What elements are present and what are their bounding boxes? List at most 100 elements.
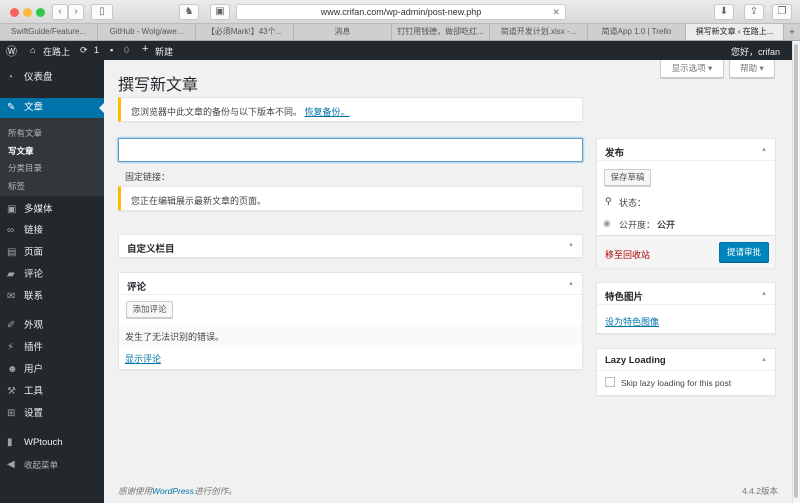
site-name-link[interactable]: 在路上 (43, 45, 70, 58)
backup-notice: 您浏览器中此文章的备份与以下版本不同。 恢复备份。 (118, 97, 583, 122)
close-window-button[interactable] (10, 8, 19, 17)
sidebar-item-dashboard[interactable]: ◔ 仪表盘 (0, 68, 104, 88)
footer-version: 4.4.2版本 (742, 486, 778, 496)
help-button[interactable]: 帮助 ▾ (729, 60, 775, 78)
user-icon: ☻ (7, 364, 18, 375)
skip-lazy-label[interactable]: Skip lazy loading for this post (621, 378, 731, 388)
updates-count[interactable]: 1 (94, 45, 99, 55)
browser-tab-active[interactable]: 撰写新文章 ‹ 在路上... (686, 24, 784, 40)
clear-url-icon[interactable]: ✕ (552, 5, 560, 19)
forward-button[interactable]: › (68, 4, 84, 20)
add-comment-button[interactable]: 添加评论 (126, 301, 173, 318)
wordpress-link[interactable]: WordPress (152, 486, 194, 496)
browser-toolbar: ‹ › ▯ ♞ ▣ www.crifan.com/wp-admin/post-n… (0, 0, 800, 24)
new-tab-button[interactable]: + (784, 24, 800, 40)
new-content-link[interactable]: 新建 (155, 45, 173, 58)
submenu-tags[interactable]: 标签 (8, 180, 25, 192)
sidebar-item-contact[interactable]: ✉ 联系 (0, 287, 104, 307)
comments-box: 评论 ▲ 添加评论 发生了无法识别的错误。 显示评论 (118, 272, 583, 370)
wordpress-logo-icon[interactable]: Ⓦ (6, 43, 17, 59)
visibility-label: 公开度： (619, 220, 656, 230)
toggle-arrow-icon[interactable]: ▲ (761, 291, 767, 297)
pin-icon: ✎ (7, 102, 16, 113)
comment-bubble-icon[interactable]: ▪ (110, 45, 113, 55)
toggle-arrow-icon[interactable]: ▲ (761, 147, 767, 153)
sidebar-item-appearance[interactable]: ✐ 外观 (0, 316, 104, 336)
sidebar-item-users[interactable]: ☻ 用户 (0, 360, 104, 380)
visibility-value[interactable]: 公开 (657, 218, 675, 231)
home-icon: ⌂ (30, 45, 36, 55)
set-featured-image-link[interactable]: 设为特色图像 (605, 315, 659, 328)
updates-icon[interactable]: ⟳ (80, 45, 88, 56)
extension-icon[interactable]: ♞ (179, 4, 199, 20)
share-icon[interactable]: ⇪ (744, 4, 764, 20)
scrollbar-thumb[interactable] (794, 44, 798, 498)
browser-tab[interactable]: 简道开发计划.xlsx -... (490, 24, 588, 40)
collapse-menu-button[interactable]: ◀ 收起菜单 (0, 455, 104, 475)
custom-fields-box[interactable]: 自定义栏目 ▼ (118, 234, 583, 258)
tabs-overview-icon[interactable]: ❐ (772, 4, 792, 20)
post-title-input[interactable] (118, 138, 583, 162)
posts-submenu: 所有文章 写文章 分类目录 标签 (0, 118, 104, 196)
minimize-window-button[interactable] (23, 8, 32, 17)
submenu-categories[interactable]: 分类目录 (8, 162, 42, 174)
browser-tab[interactable]: SwiftGuide/Feature... (0, 24, 98, 40)
brush-icon: ✐ (7, 320, 16, 331)
back-button[interactable]: ‹ (52, 4, 68, 20)
show-comments-link[interactable]: 显示评论 (125, 352, 161, 365)
browser-tab[interactable]: 【必须Mark!】43个... (196, 24, 294, 40)
restore-backup-link[interactable]: 恢复备份。 (305, 107, 350, 117)
sidebar-item-comments[interactable]: ▰ 评论 (0, 265, 104, 285)
zoom-window-button[interactable] (36, 8, 45, 17)
sidebar-item-pages[interactable]: ▤ 页面 (0, 243, 104, 263)
toggle-arrow-icon[interactable]: ▲ (761, 357, 767, 363)
permalink-label: 固定链接： (125, 172, 171, 182)
mail-icon: ✉ (7, 291, 16, 302)
sidebar-item-settings[interactable]: ⊞ 设置 (0, 404, 104, 424)
submenu-new-post[interactable]: 写文章 (8, 145, 34, 157)
page-title: 撰写新文章 (118, 77, 199, 94)
screen-options-button[interactable]: 显示选项 ▾ (660, 60, 724, 78)
footer-thanks: 感谢使用WordPress进行创作。 (118, 486, 237, 496)
sidebar-item-tools[interactable]: ⚒ 工具 (0, 382, 104, 402)
status-pin-icon: ⚲ (605, 196, 612, 206)
comment-icon: ▰ (7, 269, 15, 280)
submit-for-review-button[interactable]: 提请审批 (719, 242, 769, 262)
sidebar-item-links[interactable]: ∞ 链接 (0, 221, 104, 241)
page-icon: ▤ (7, 247, 17, 258)
sidebar-item-media[interactable]: ▣ 多媒体 (0, 200, 104, 220)
dashboard-icon: ◔ (7, 72, 14, 83)
submenu-all-posts[interactable]: 所有文章 (8, 127, 42, 139)
admin-bar: Ⓦ ⌂ 在路上 ⟳ 1 ▪ 0 + 新建 您好，crifan (0, 41, 792, 60)
link-icon: ∞ (7, 225, 15, 236)
save-draft-button[interactable]: 保存草稿 (604, 169, 651, 186)
editing-notice: 您正在编辑展示最新文章的页面。 (118, 186, 583, 211)
settings-icon: ⊞ (7, 408, 16, 419)
address-bar[interactable]: www.crifan.com/wp-admin/post-new.php ✕ (236, 4, 566, 20)
browser-tab[interactable]: 消息 (294, 24, 392, 40)
sidebar-item-plugins[interactable]: ⚡ 插件 (0, 338, 104, 358)
plus-icon: + (142, 43, 149, 55)
publish-box: 发布 ▲ 保存草稿 ⚲ 状态： ◉ 公开度： 公开 移至回收站 提请审批 (596, 138, 776, 268)
browser-tab[interactable]: GitHub - Wolg/awe... (98, 24, 196, 40)
phone-icon: ▮ (7, 437, 13, 448)
browser-tabs: SwiftGuide/Feature... GitHub - Wolg/awe.… (0, 24, 800, 41)
move-to-trash-link[interactable]: 移至回收站 (605, 248, 650, 261)
account-greeting[interactable]: 您好，crifan (731, 45, 780, 58)
skip-lazy-checkbox[interactable] (605, 377, 615, 387)
comments-error: 发生了无法识别的错误。 (119, 325, 582, 345)
current-pointer (94, 103, 104, 113)
download-icon[interactable]: ⬇ (714, 4, 734, 20)
sidebar-toggle-icon[interactable]: ▯ (91, 4, 113, 20)
lazy-loading-box: Lazy Loading ▲ Skip lazy loading for this… (596, 348, 776, 396)
media-icon: ▣ (7, 204, 17, 215)
reader-icon[interactable]: ▣ (210, 4, 230, 20)
sidebar-item-wptouch[interactable]: ▮ WPtouch (0, 433, 104, 453)
toggle-arrow-icon[interactable]: ▲ (568, 281, 574, 287)
sidebar-item-posts[interactable]: ✎ 文章 (0, 98, 104, 118)
browser-tab[interactable]: 钉钉用钱德，做卻吃红... (392, 24, 490, 40)
url-text: www.crifan.com/wp-admin/post-new.php (320, 7, 482, 17)
toggle-arrow-icon[interactable]: ▼ (568, 243, 574, 249)
comments-count[interactable]: 0 (124, 45, 129, 55)
browser-tab[interactable]: 简道App 1.0 | Trello (588, 24, 686, 40)
